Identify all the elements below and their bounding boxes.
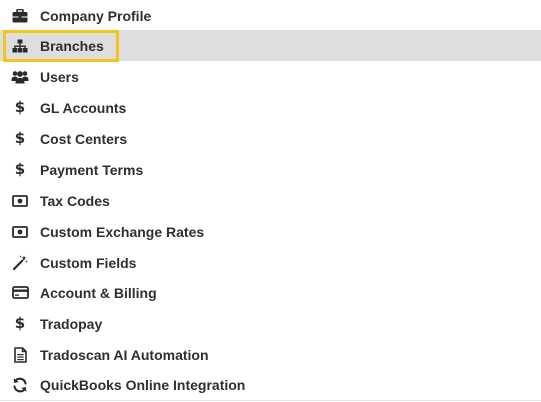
money-bill-icon bbox=[11, 223, 29, 241]
menu-item-quickbooks-online-integration[interactable]: QuickBooks Online Integration bbox=[0, 369, 541, 400]
dollar-icon: $ bbox=[14, 129, 26, 147]
menu-item-label: Tradoscan AI Automation bbox=[40, 346, 209, 363]
menu-item-label: Tax Codes bbox=[40, 192, 110, 209]
menu-item-custom-exchange-rates[interactable]: Custom Exchange Rates bbox=[0, 216, 541, 247]
menu-item-account-billing[interactable]: Account & Billing bbox=[0, 277, 541, 308]
briefcase-icon bbox=[11, 7, 29, 25]
dollar-icon: $ bbox=[14, 314, 26, 332]
menu-item-tradoscan-ai-automation[interactable]: Tradoscan AI Automation bbox=[0, 339, 541, 370]
menu-item-label: Custom Fields bbox=[40, 254, 137, 271]
menu-item-tradopay[interactable]: $ Tradopay bbox=[0, 308, 541, 339]
menu-item-label: GL Accounts bbox=[40, 99, 127, 116]
menu-item-label: Users bbox=[40, 68, 79, 85]
menu-item-label: QuickBooks Online Integration bbox=[40, 376, 246, 393]
magic-wand-icon bbox=[11, 254, 29, 272]
menu-item-payment-terms[interactable]: $ Payment Terms bbox=[0, 154, 541, 185]
menu-item-company-profile[interactable]: Company Profile bbox=[0, 0, 541, 31]
settings-menu: Company Profile Branches Users $ GL Acco… bbox=[0, 0, 541, 402]
credit-card-icon bbox=[11, 284, 29, 302]
users-icon bbox=[11, 68, 29, 86]
sitemap-icon bbox=[11, 37, 29, 55]
menu-item-branches[interactable]: Branches bbox=[0, 30, 541, 61]
menu-item-label: Branches bbox=[40, 37, 104, 54]
money-bill-icon bbox=[11, 192, 29, 210]
dollar-icon: $ bbox=[14, 160, 26, 178]
menu-item-label: Payment Terms bbox=[40, 161, 144, 178]
menu-item-label: Cost Centers bbox=[40, 130, 128, 147]
menu-item-label: Tradopay bbox=[40, 315, 103, 332]
menu-item-gl-accounts[interactable]: $ GL Accounts bbox=[0, 92, 541, 123]
menu-item-cost-centers[interactable]: $ Cost Centers bbox=[0, 123, 541, 154]
menu-item-tax-codes[interactable]: Tax Codes bbox=[0, 185, 541, 216]
dollar-icon: $ bbox=[14, 98, 26, 116]
menu-item-label: Custom Exchange Rates bbox=[40, 223, 205, 240]
menu-item-users[interactable]: Users bbox=[0, 61, 541, 92]
menu-item-label: Company Profile bbox=[40, 7, 152, 24]
menu-item-label: Account & Billing bbox=[40, 284, 157, 301]
sync-icon bbox=[11, 376, 29, 394]
divider bbox=[0, 400, 541, 401]
menu-item-custom-fields[interactable]: Custom Fields bbox=[0, 247, 541, 278]
document-icon bbox=[11, 346, 29, 364]
